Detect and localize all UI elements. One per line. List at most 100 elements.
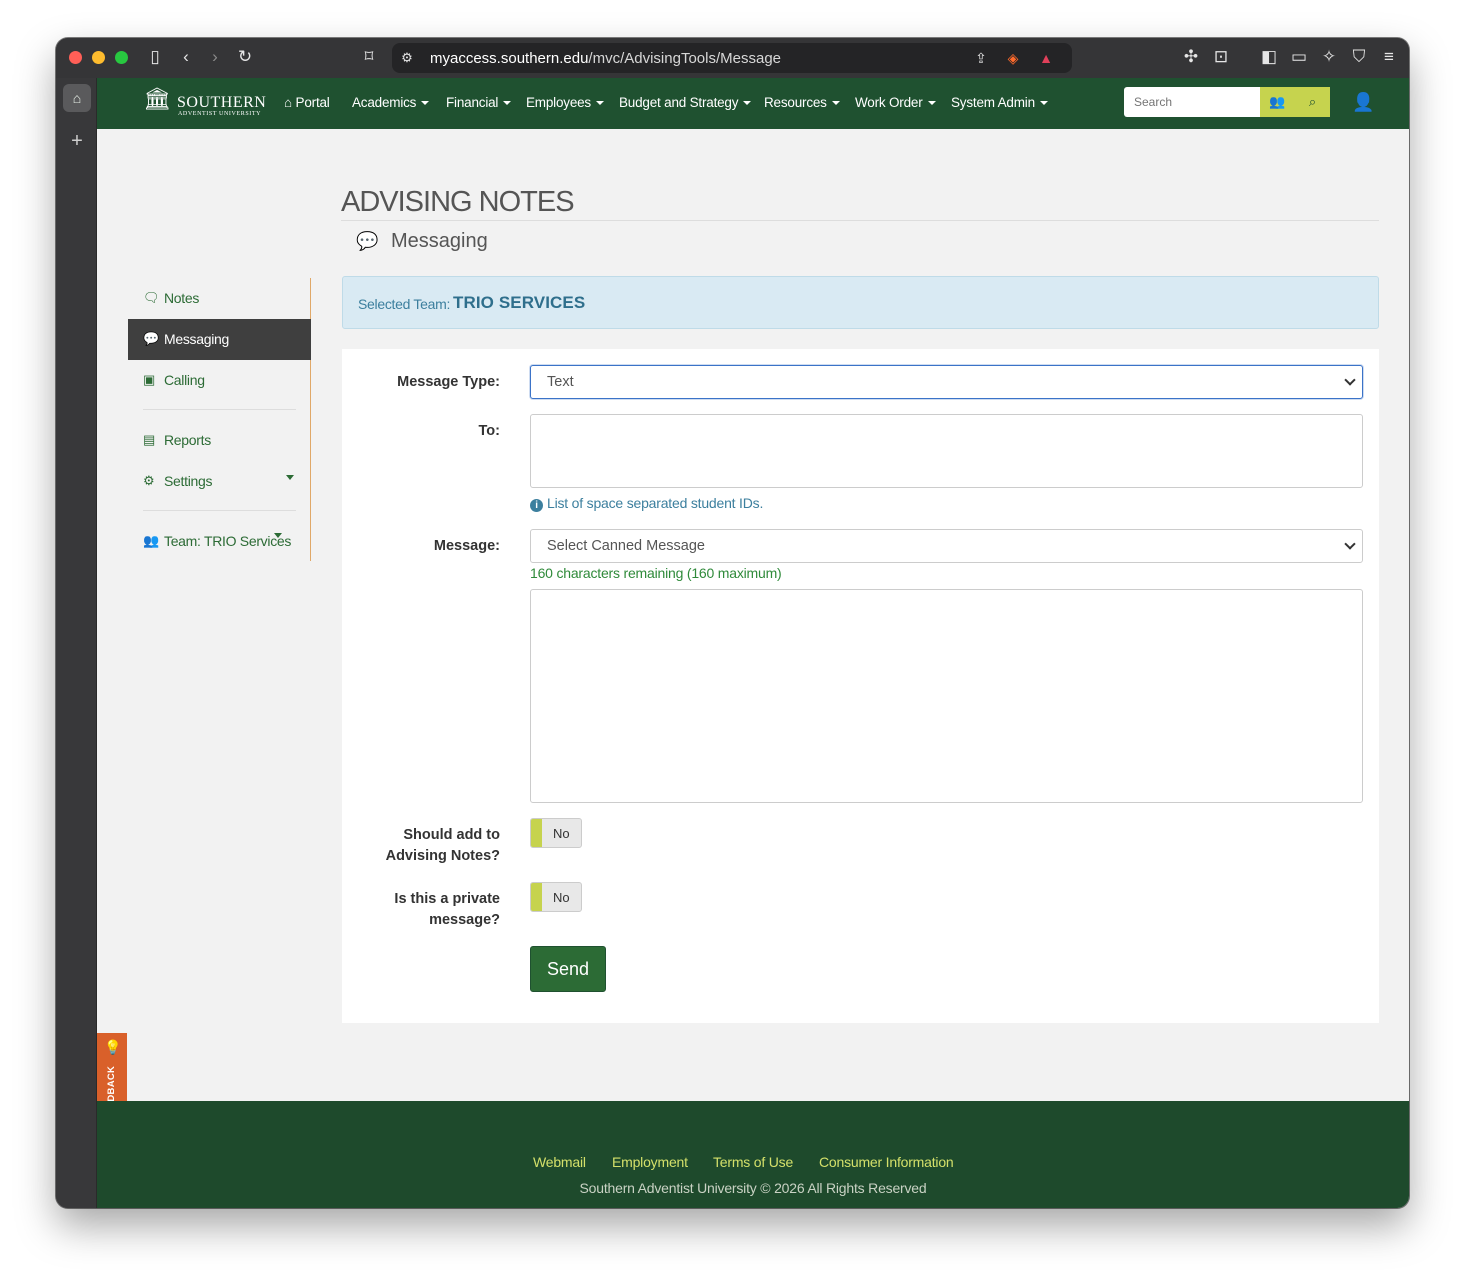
users-icon: 👥	[143, 533, 160, 548]
brave-shields-icon[interactable]: ◈	[1002, 47, 1024, 69]
caret-down-icon	[595, 101, 604, 105]
top-navbar: 🏛 SOUTHERN ADVENTIST UNIVERSITY ⌂ Portal…	[97, 78, 1409, 129]
home-icon: ⌂	[284, 95, 292, 110]
comments-icon: 🗨	[143, 290, 160, 305]
bookmark-icon[interactable]: ⌑	[358, 46, 380, 68]
message-type-select[interactable]: Text	[530, 365, 1363, 399]
search-input[interactable]	[1124, 87, 1260, 117]
title-divider	[341, 220, 1379, 221]
logo-subtitle: ADVENTIST UNIVERSITY	[178, 111, 262, 117]
menu-icon[interactable]: ≡	[1378, 46, 1400, 68]
nav-academics-label: Academics	[352, 95, 417, 110]
page-title: ADVISING NOTES	[341, 186, 575, 218]
sidebar-item-team[interactable]: 👥 Team: TRIO Services	[128, 521, 311, 562]
nav-work-order[interactable]: Work Order	[855, 95, 936, 110]
users-icon: 👥	[1269, 94, 1286, 109]
search-button[interactable]: ⌕	[1295, 87, 1330, 117]
zoom-window-button[interactable]	[115, 51, 128, 64]
new-tab-icon[interactable]: +	[64, 128, 90, 154]
sidebar-item-calling[interactable]: ▣ Calling	[128, 360, 311, 401]
forward-icon[interactable]: ›	[204, 46, 226, 68]
send-button[interactable]: Send	[530, 946, 606, 992]
add-to-notes-toggle[interactable]: No	[530, 818, 582, 848]
lightbulb-icon: 💡	[104, 1039, 122, 1055]
tab-favicon-icon[interactable]: ⌂	[63, 84, 91, 112]
vpn-icon[interactable]: ⛉	[1348, 46, 1370, 68]
sidebar-item-label: Team: TRIO Services	[164, 533, 292, 549]
nav-portal[interactable]: ⌂ Portal	[284, 95, 330, 110]
logo-name: SOUTHERN	[177, 94, 267, 111]
footer-link-consumer-info[interactable]: Consumer Information	[819, 1154, 954, 1170]
wallet-icon[interactable]: ▭	[1288, 46, 1310, 68]
people-search-button[interactable]: 👥	[1260, 87, 1295, 117]
browser-window: ▯ ‹ › ↻ ⌑ ⚙ myaccess.southern.edu/mvc/Ad…	[56, 38, 1409, 1208]
footer-link-employment[interactable]: Employment	[612, 1154, 688, 1170]
phone-book-icon: ▣	[143, 372, 156, 387]
minimize-window-button[interactable]	[92, 51, 105, 64]
toggle-knob	[531, 819, 542, 847]
add-to-notes-label-line1: Should add to	[403, 827, 500, 843]
selected-team-banner: Selected Team: TRIO SERVICES	[342, 276, 1379, 329]
sidebar-item-messaging[interactable]: 💬 Messaging	[128, 319, 311, 360]
message-label: Message:	[433, 538, 500, 554]
message-type-label: Message Type:	[397, 374, 500, 390]
back-icon[interactable]: ‹	[175, 46, 197, 68]
rewards-icon[interactable]: ▲	[1035, 47, 1057, 69]
caret-down-icon	[274, 533, 282, 538]
toggle-knob	[531, 883, 542, 911]
sidebar-item-notes[interactable]: 🗨 Notes	[128, 278, 311, 319]
site-settings-icon[interactable]: ⚙	[396, 47, 418, 69]
share-icon[interactable]: ⇪	[970, 47, 992, 69]
user-account-icon[interactable]: 👤	[1352, 92, 1374, 113]
to-label: To:	[478, 423, 500, 439]
reader-icon[interactable]: ⊡	[1210, 46, 1232, 68]
page-viewport: 🏛 SOUTHERN ADVENTIST UNIVERSITY ⌂ Portal…	[97, 78, 1409, 1208]
caret-down-icon	[831, 101, 840, 105]
nav-academics[interactable]: Academics	[352, 95, 430, 110]
private-message-label-line2: message?	[429, 912, 500, 928]
leo-ai-icon[interactable]: ✧	[1318, 46, 1340, 68]
message-type-value: Text	[547, 374, 574, 390]
to-field[interactable]	[530, 414, 1363, 488]
private-message-toggle[interactable]: No	[530, 882, 582, 912]
info-icon: i	[530, 499, 543, 512]
extensions-icon[interactable]: ✣	[1180, 46, 1202, 68]
nav-portal-label: Portal	[295, 95, 330, 110]
url-path: /mvc/AdvisingTools/Message	[588, 50, 781, 67]
site-footer: Webmail Employment Terms of Use Consumer…	[97, 1101, 1409, 1208]
nav-resources-label: Resources	[764, 95, 827, 110]
sidebar-toggle-icon[interactable]: ▯	[144, 46, 166, 68]
sidebar-item-settings[interactable]: ⚙ Settings	[128, 461, 311, 502]
comment-dots-icon: 💬	[356, 231, 379, 251]
private-message-toggle-value: No	[553, 890, 570, 905]
private-message-label: Is this a private message?	[394, 889, 500, 931]
chevron-down-icon	[1344, 374, 1356, 386]
nav-financial[interactable]: Financial	[446, 95, 512, 110]
nav-resources[interactable]: Resources	[764, 95, 840, 110]
caret-down-icon	[743, 101, 752, 105]
nav-employees-label: Employees	[526, 95, 591, 110]
sidebar-item-reports[interactable]: ▤ Reports	[128, 420, 311, 461]
message-textarea[interactable]	[530, 589, 1363, 803]
nav-employees[interactable]: Employees	[526, 95, 604, 110]
split-view-icon[interactable]: ◧	[1258, 46, 1280, 68]
nav-budget-label: Budget and Strategy	[619, 95, 739, 110]
footer-link-webmail[interactable]: Webmail	[533, 1154, 586, 1170]
sidebar-divider	[143, 409, 296, 410]
sidebar-nav: 🗨 Notes 💬 Messaging ▣ Calling ▤ Reports …	[128, 278, 311, 561]
chevron-down-icon	[1344, 538, 1356, 550]
url-domain: myaccess.southern.edu	[430, 50, 589, 67]
address-bar[interactable]: ⚙ myaccess.southern.edu/mvc/AdvisingTool…	[392, 43, 1072, 73]
nav-system-admin[interactable]: System Admin	[951, 95, 1048, 110]
nav-financial-label: Financial	[446, 95, 499, 110]
search-icon: ⌕	[1308, 94, 1317, 109]
file-icon: ▤	[143, 432, 156, 447]
nav-budget-strategy[interactable]: Budget and Strategy	[619, 95, 752, 110]
to-help-text: i List of space separated student IDs.	[530, 495, 763, 512]
message-form: Message Type: Text To: i List of space se…	[342, 349, 1379, 1023]
nav-system-admin-label: System Admin	[951, 95, 1035, 110]
reload-icon[interactable]: ↻	[234, 46, 256, 68]
canned-message-select[interactable]: Select Canned Message	[530, 529, 1363, 563]
close-window-button[interactable]	[69, 51, 82, 64]
footer-link-terms[interactable]: Terms of Use	[713, 1154, 793, 1170]
